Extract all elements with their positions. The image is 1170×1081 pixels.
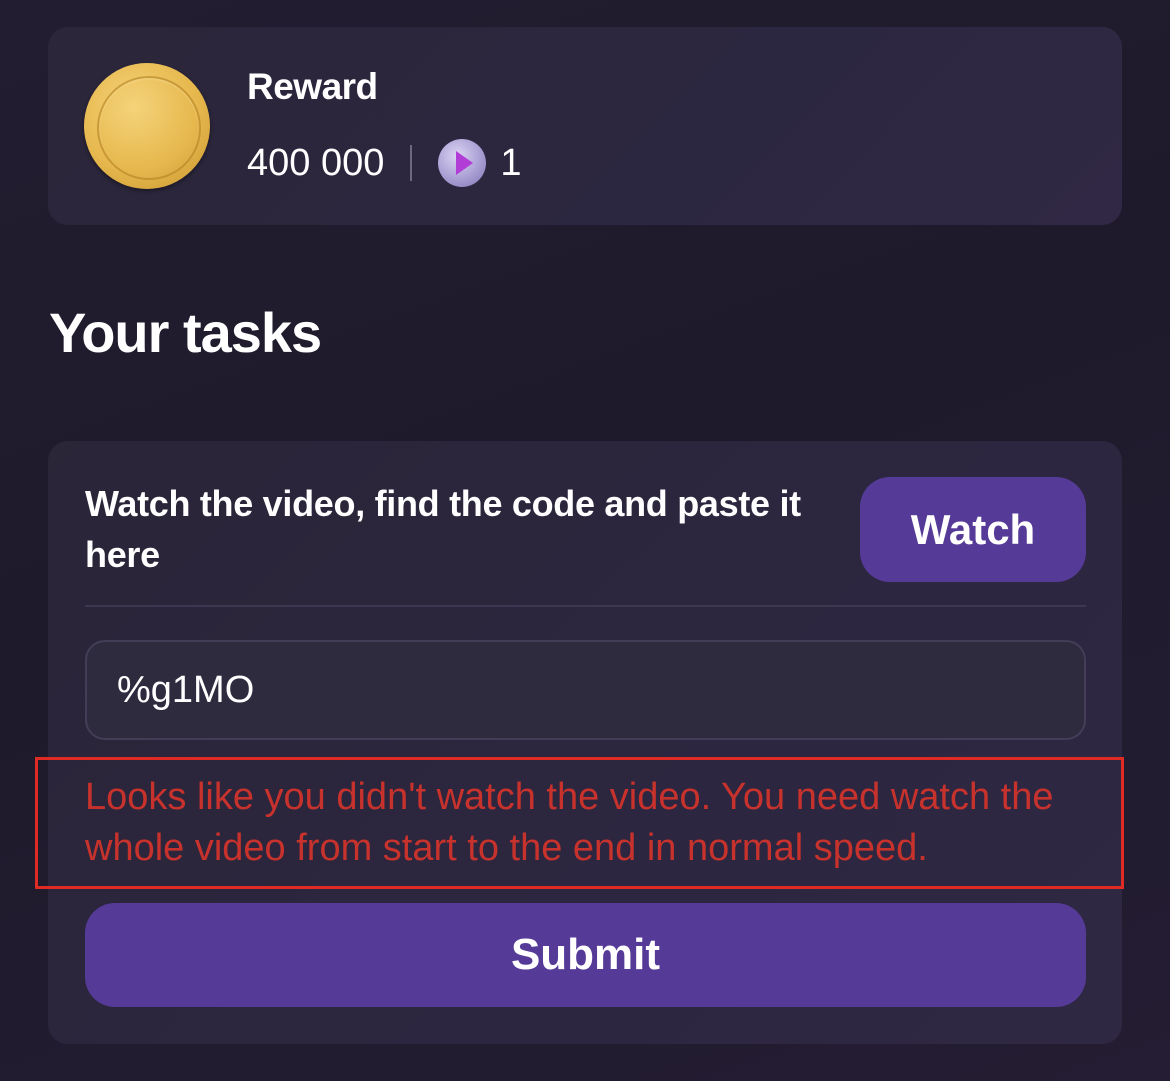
play-icon	[438, 139, 487, 187]
reward-video-count: 1	[500, 141, 522, 184]
divider	[85, 605, 1086, 607]
gold-coin-icon	[84, 63, 210, 189]
reward-separator	[410, 145, 413, 181]
reward-coin-amount: 400 000	[247, 141, 385, 184]
code-input[interactable]	[85, 640, 1086, 740]
page-title: Your tasks	[49, 301, 322, 364]
error-message: Looks like you didn't watch the video. Y…	[85, 776, 1054, 869]
submit-button[interactable]: Submit	[85, 903, 1086, 1007]
watch-button[interactable]: Watch	[860, 477, 1086, 582]
task-instruction: Watch the video, find the code and paste…	[85, 483, 801, 575]
reward-title: Reward	[247, 66, 378, 107]
reward-amounts: 400 000 1	[247, 138, 522, 188]
